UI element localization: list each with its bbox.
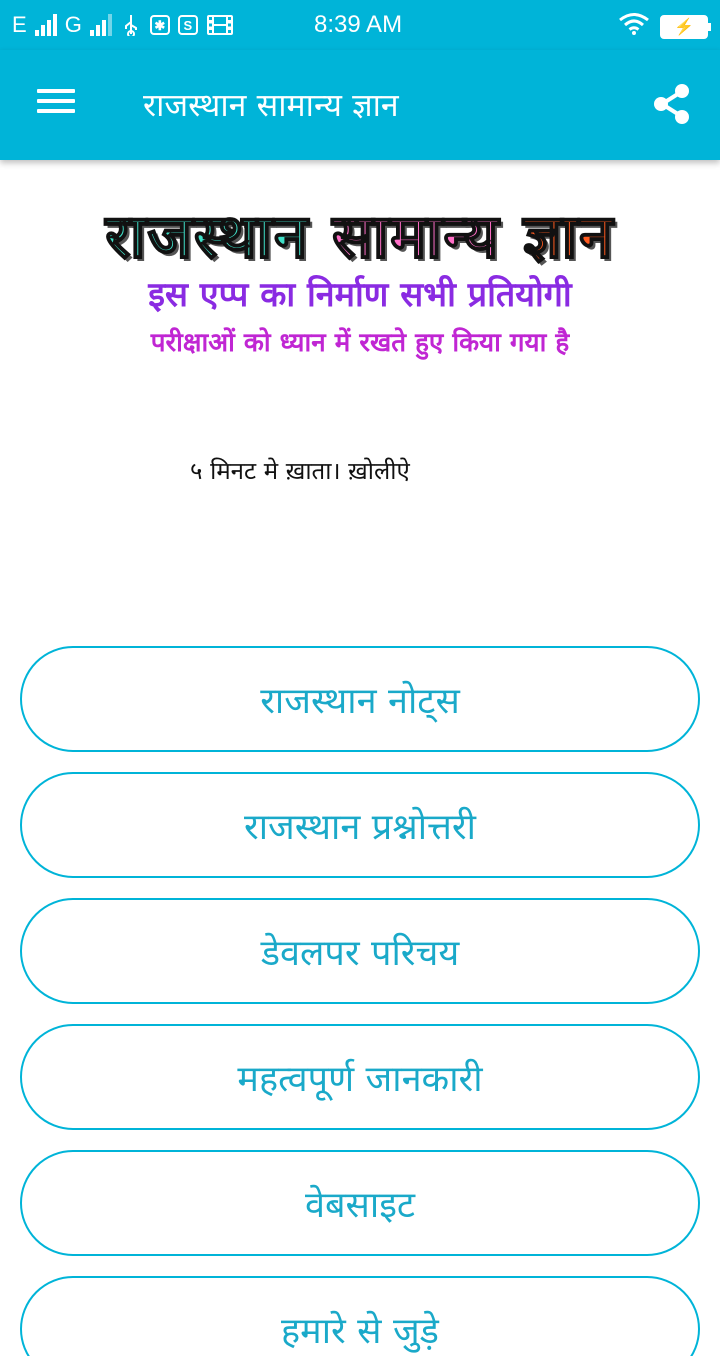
s-icon: S [177,15,198,35]
usb-icon [120,14,142,36]
tagline-text: ५ मिनट मे ख़ाता। ख़ोलीऐ [190,457,410,485]
banner-title-word-1: राजस्थान [104,201,310,273]
website-button[interactable]: वेबसाइट [20,1150,700,1256]
signal-icon [34,14,57,36]
status-left-icons: E G ✱ S [12,10,234,40]
banner-title: राजस्थान सामान्य ज्ञान [8,195,712,279]
important-info-button[interactable]: महत्वपूर्ण जानकारी [20,1024,700,1130]
status-time: 8:39 AM [314,11,403,38]
network-type-g: G [64,12,82,37]
network-type-e: E [12,12,27,37]
banner-subtitle-2: परीक्षाओं को ध्यान में रखते हुए किया गया… [150,328,570,358]
battery-charging-icon: ⚡ [660,14,711,39]
status-bar: E G ✱ S 8:39 AM ⚡ [0,0,720,50]
rajasthan-quiz-button[interactable]: राजस्थान प्रश्नोत्तरी [20,772,700,878]
signal-icon-2 [89,14,112,36]
app-title: राजस्थान सामान्य ज्ञान [143,86,399,124]
app-bar: राजस्थान सामान्य ज्ञान [0,50,720,160]
connect-with-us-button[interactable]: हमारे से जुड़े [20,1276,700,1356]
banner-subtitle-1: इस एप्प का निर्माण सभी प्रतियोगी [148,275,572,315]
wifi-icon [618,12,650,41]
banner-image: राजस्थान सामान्य ज्ञान इस एप्प का निर्मा… [0,195,720,370]
usb-debug-icon: ✱ [149,15,170,35]
rajasthan-notes-button[interactable]: राजस्थान नोट्स [20,646,700,752]
status-right-icons: ⚡ [618,12,711,41]
hamburger-menu-icon[interactable] [32,83,80,127]
share-icon[interactable] [648,80,696,128]
banner-title-word-2: सामान्य [331,201,501,273]
film-icon [206,14,234,36]
developer-intro-button[interactable]: डेवलपर परिचय [20,898,700,1004]
banner-title-word-3: ज्ञान [522,201,615,273]
